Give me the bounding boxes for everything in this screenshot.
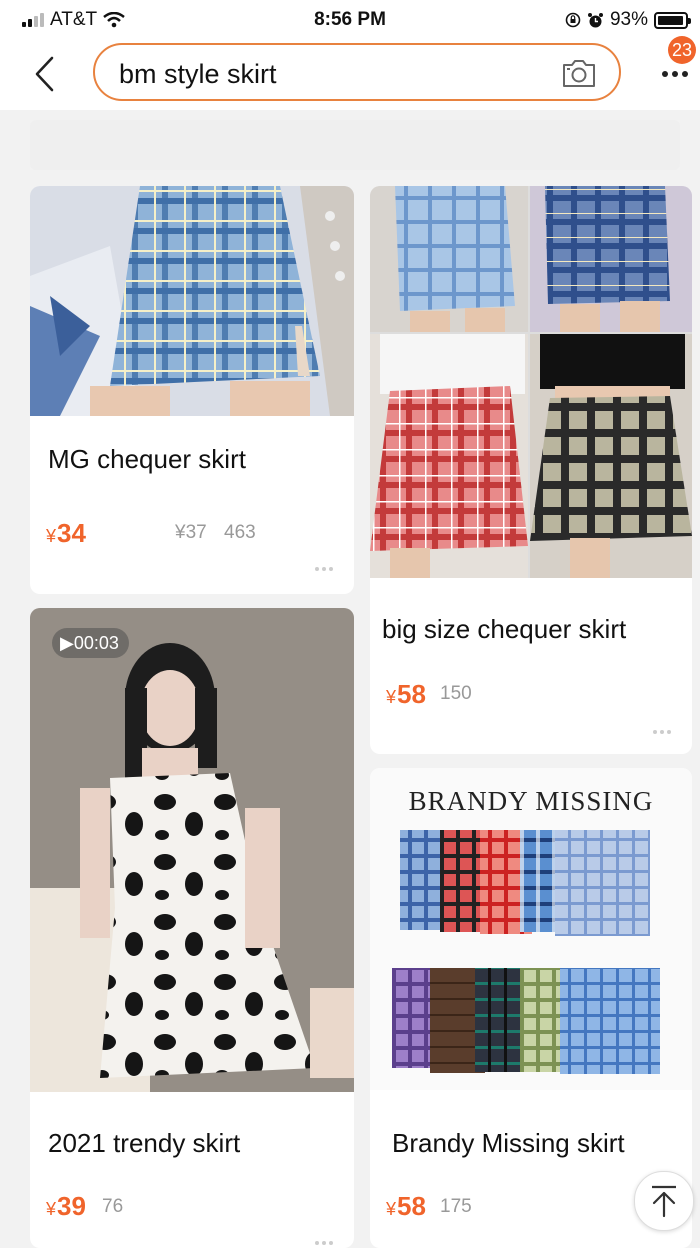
sales-count: 175: [440, 1196, 472, 1217]
sales-count: 76: [102, 1196, 124, 1217]
filter-bar: [30, 120, 680, 170]
alarm-icon: [587, 12, 603, 27]
price-currency: ¥: [46, 1199, 57, 1219]
more-icon[interactable]: [660, 68, 690, 80]
product-price: ¥58: [386, 1191, 426, 1222]
arrow-up-icon: [652, 1185, 676, 1218]
product-title: MG chequer skirt: [48, 444, 246, 474]
price-value: 39: [57, 1191, 86, 1221]
product-title: big size chequer skirt: [382, 614, 627, 644]
more-options-icon[interactable]: [315, 1232, 337, 1245]
product-image: [370, 186, 692, 578]
orientation-lock-icon: [565, 12, 581, 28]
more-options-icon[interactable]: [315, 558, 337, 571]
play-icon: ▶: [60, 633, 74, 653]
product-image: BRANDY MISSING: [370, 768, 692, 1090]
video-duration-badge: ▶00:03: [52, 628, 129, 658]
status-bar: AT&T 8:56 PM 93%: [0, 0, 700, 38]
search-bar[interactable]: [93, 43, 621, 101]
price-currency: ¥: [386, 687, 397, 707]
price-value: 58: [397, 679, 426, 709]
product-card[interactable]: big size chequer skirt ¥58 150: [370, 186, 692, 754]
product-card[interactable]: MG chequer skirt ¥34 ¥37 463: [30, 186, 354, 594]
sales-count: 463: [224, 522, 256, 543]
product-image: [30, 186, 354, 416]
more-options-icon[interactable]: [653, 721, 675, 734]
sales-count: 150: [440, 683, 472, 704]
notification-badge: 23: [668, 36, 696, 64]
battery-icon: [654, 11, 691, 29]
status-right: 93%: [565, 9, 691, 31]
product-price: ¥58: [386, 679, 426, 710]
product-card[interactable]: ▶00:03 2021 trendy skirt ¥39 76: [30, 608, 354, 1248]
search-input[interactable]: [117, 55, 541, 93]
product-price: ¥39: [46, 1191, 86, 1222]
price-currency: ¥: [46, 526, 57, 546]
price-value: 34: [57, 518, 86, 548]
product-title: 2021 trendy skirt: [48, 1128, 241, 1158]
skirt-collage: [392, 830, 660, 1074]
product-image: [30, 608, 354, 1092]
product-title: Brandy Missing skirt: [392, 1128, 625, 1158]
search-header: 23: [0, 36, 700, 110]
camera-icon[interactable]: [561, 57, 597, 89]
battery-percent: 93%: [609, 9, 648, 30]
back-to-top-button[interactable]: [634, 1171, 694, 1231]
video-duration: 00:03: [73, 633, 119, 653]
price-currency: ¥: [386, 1199, 397, 1219]
back-icon[interactable]: [30, 54, 60, 94]
original-price: ¥37: [175, 522, 207, 543]
product-price: ¥34: [46, 518, 86, 549]
price-value: 58: [397, 1191, 426, 1221]
